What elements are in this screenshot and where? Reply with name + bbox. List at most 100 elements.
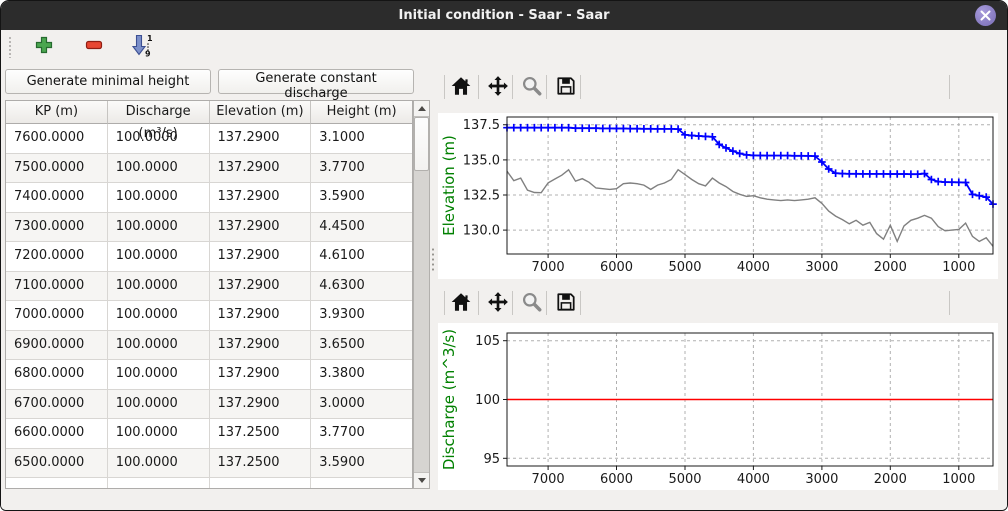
table-cell[interactable]: 137.2900 [210,360,312,390]
table-cell[interactable]: 100.0000 [108,390,210,420]
table-cell[interactable]: 3.7700 [311,154,412,184]
table-cell[interactable]: 137.2500 [210,449,312,479]
table-cell[interactable]: 7100.0000 [6,272,108,302]
table-cell[interactable]: 137.2900 [210,242,312,272]
table-cell[interactable]: 4.6100 [311,242,412,272]
table-cell[interactable] [6,478,108,489]
table-cell[interactable]: 6600.0000 [6,419,108,449]
table-row: 6500.0000100.0000137.25003.5900 [6,449,412,479]
remove-row-button[interactable] [81,33,107,59]
table-cell[interactable]: 137.2900 [210,272,312,302]
magnifier-icon [521,75,543,97]
table-cell[interactable]: 137.2900 [210,213,312,243]
table-cell[interactable]: 100.0000 [108,301,210,331]
table-cell[interactable]: 6700.0000 [6,390,108,420]
table-cell[interactable]: 4.4500 [311,213,412,243]
svg-text:3000: 3000 [805,472,838,487]
table-cell[interactable]: 137.2900 [210,124,312,154]
magnifier-icon [521,291,543,313]
table-scrollbar[interactable] [413,100,430,489]
table-cell[interactable]: 7200.0000 [6,242,108,272]
table-cell[interactable]: 137.2900 [210,301,312,331]
table-cell[interactable]: 100.0000 [108,419,210,449]
scrollbar-thumb[interactable] [414,117,429,171]
table-cell[interactable]: 3.6500 [311,331,412,361]
splitter-handle[interactable] [431,247,435,271]
table-cell[interactable]: 137.2500 [210,419,312,449]
svg-text:100: 100 [475,393,500,408]
table-row: 6900.0000100.0000137.29003.6500 [6,331,412,361]
svg-text:5000: 5000 [668,472,701,487]
table-cell[interactable]: 6900.0000 [6,331,108,361]
table-cell[interactable] [108,478,210,489]
table-cell[interactable]: 100.0000 [108,213,210,243]
column-header[interactable]: Discharge (m³/s) [108,101,210,124]
generate-minimal-height-button[interactable]: Generate minimal height [5,69,211,94]
close-button[interactable] [975,5,996,26]
table-cell[interactable]: 100.0000 [108,124,210,154]
table-cell[interactable]: 100.0000 [108,272,210,302]
table-cell[interactable]: 3.9300 [311,301,412,331]
column-header[interactable]: KP (m) [6,101,108,124]
home-button[interactable] [448,74,474,100]
column-header[interactable]: Height (m) [311,101,412,124]
svg-text:Discharge (m^3/s): Discharge (m^3/s) [440,329,458,470]
sort-rows-button[interactable]: 1 9 [129,33,155,59]
table-row: 7100.0000100.0000137.29004.6300 [6,272,412,302]
table-cell[interactable]: 100.0000 [108,242,210,272]
table-cell[interactable]: 3.7700 [311,419,412,449]
table-row: 7500.0000100.0000137.29003.7700 [6,154,412,184]
home-button[interactable] [448,290,474,316]
table-cell[interactable]: 100.0000 [108,449,210,479]
table-cell[interactable]: 137.2900 [210,154,312,184]
table-row: 7200.0000100.0000137.29004.6100 [6,242,412,272]
table-cell[interactable]: 137.2900 [210,331,312,361]
toolbar-separator [546,75,547,99]
generate-constant-discharge-button[interactable]: Generate constant discharge [218,69,414,94]
table-cell[interactable]: 7600.0000 [6,124,108,154]
table-cell[interactable]: 3.1000 [311,124,412,154]
scrollbar-up-button[interactable] [414,101,429,117]
save-button[interactable] [553,290,579,316]
save-icon [555,75,577,97]
table-cell[interactable]: 7400.0000 [6,183,108,213]
table-cell[interactable]: 100.0000 [108,331,210,361]
table-cell[interactable]: 137.2900 [210,390,312,420]
toolbar-drag-handle[interactable] [8,36,12,58]
zoom-button[interactable] [519,74,545,100]
table-cell[interactable]: 7300.0000 [6,213,108,243]
table-cell[interactable]: 3.3800 [311,360,412,390]
add-row-button[interactable] [31,33,57,59]
zoom-button[interactable] [519,290,545,316]
table-cell[interactable]: 137.2900 [210,183,312,213]
table-cell[interactable]: 3.5900 [311,183,412,213]
elevation-plot-canvas[interactable]: 7000600050004000300020001000137.5135.013… [438,113,998,279]
table-cell[interactable]: 7000.0000 [6,301,108,331]
titlebar[interactable]: Initial condition - Saar - Saar [1,1,1007,31]
column-header[interactable]: Elevation (m) [210,101,312,124]
table-cell[interactable]: 7500.0000 [6,154,108,184]
pan-button[interactable] [485,74,511,100]
table-cell[interactable]: 100.0000 [108,360,210,390]
table-row: 7400.0000100.0000137.29003.5900 [6,183,412,213]
save-button[interactable] [553,74,579,100]
pan-button[interactable] [485,290,511,316]
table-cell[interactable]: 3.0000 [311,390,412,420]
svg-text:2000: 2000 [874,472,907,487]
table-cell[interactable]: 4.6300 [311,272,412,302]
table-row [6,478,412,489]
scrollbar-down-button[interactable] [414,472,429,488]
table-cell[interactable]: 100.0000 [108,183,210,213]
svg-text:137.5: 137.5 [463,118,500,133]
home-icon [450,291,472,313]
svg-text:135.0: 135.0 [463,153,500,168]
table-cell[interactable]: 6500.0000 [6,449,108,479]
table-cell[interactable]: 6800.0000 [6,360,108,390]
table-cell[interactable]: 100.0000 [108,154,210,184]
table-cell[interactable] [311,478,412,489]
discharge-plot-canvas[interactable]: 700060005000400030002000100010510095Disc… [438,323,998,490]
table-cell[interactable]: 3.5900 [311,449,412,479]
table-cell[interactable] [210,478,312,489]
toolbar-separator [478,291,479,315]
up-arrow-icon [418,106,426,111]
